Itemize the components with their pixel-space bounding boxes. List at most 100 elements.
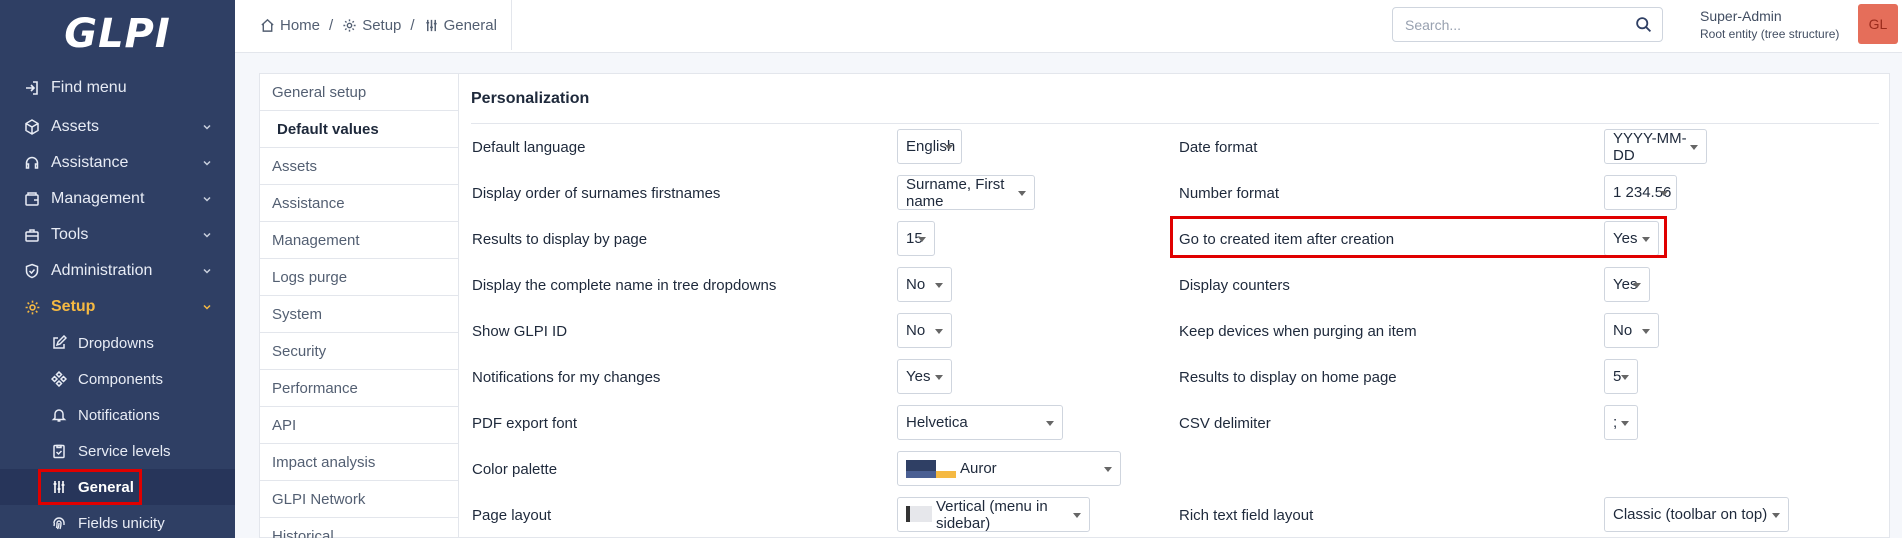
chevron-down-icon: [203, 268, 211, 274]
field-label-date-format: Date format: [1179, 139, 1258, 156]
tab-historical[interactable]: Historical: [260, 518, 459, 538]
sidebar-subitem-service-levels[interactable]: Service levels: [0, 433, 235, 469]
chevron-down-icon: [203, 196, 211, 202]
caret-down-icon: [1642, 329, 1650, 334]
sidebar-item-find-menu[interactable]: Find menu: [0, 70, 235, 106]
tab-security[interactable]: Security: [260, 333, 459, 370]
tab-logs-purge[interactable]: Logs purge: [260, 259, 459, 296]
headset-icon: [22, 153, 42, 173]
select-pdf-font[interactable]: Helvetica: [897, 405, 1063, 440]
field-label-show-glpi-id: Show GLPI ID: [472, 323, 568, 340]
highlight-box-go-to-created-item: [1170, 216, 1667, 258]
search-input[interactable]: [1393, 8, 1613, 41]
select-date-format[interactable]: YYYY-MM-DD: [1604, 129, 1707, 164]
field-label-name-order: Display order of surnames firstnames: [472, 185, 721, 202]
select-page-layout[interactable]: Vertical (menu in sidebar): [897, 497, 1090, 532]
sidebar-item-setup[interactable]: Setup: [0, 289, 235, 325]
select-notifications-my-changes[interactable]: Yes: [897, 359, 952, 394]
sliders-icon: [425, 19, 437, 31]
field-label-complete-name-tree: Display the complete name in tree dropdo…: [472, 277, 777, 294]
field-label-default-language: Default language: [472, 139, 586, 156]
tab-default-values[interactable]: Default values: [260, 111, 459, 148]
user-name: Super-Admin: [1700, 8, 1782, 24]
wallet-icon: [22, 189, 42, 209]
user-menu[interactable]: Super-Admin Root entity (tree structure): [1700, 8, 1839, 41]
cube-icon: [22, 117, 42, 137]
select-value: No: [906, 276, 926, 293]
select-results-home-page[interactable]: 5: [1604, 359, 1638, 394]
glpi-logo[interactable]: GLPI: [0, 0, 235, 68]
select-keep-devices[interactable]: No: [1604, 313, 1659, 348]
select-color-palette[interactable]: Auror: [897, 451, 1121, 486]
chevron-down-icon: [203, 124, 211, 130]
select-value: Auror: [960, 460, 997, 477]
briefcase-icon: [22, 225, 42, 245]
chevron-down-icon: [203, 160, 211, 166]
components-icon: [50, 370, 68, 388]
sidebar-subitem-components[interactable]: Components: [0, 361, 235, 397]
layout-preview-icon: [906, 505, 932, 524]
select-complete-name-tree[interactable]: No: [897, 267, 952, 302]
sidebar-subitem-label: Service levels: [78, 442, 171, 460]
tab-impact-analysis[interactable]: Impact analysis: [260, 444, 459, 481]
select-value: No: [906, 322, 926, 339]
field-label-rich-text-layout: Rich text field layout: [1179, 507, 1314, 524]
select-display-counters[interactable]: Yes: [1604, 267, 1650, 302]
sidebar-item-label: Setup: [51, 298, 96, 315]
tab-assistance[interactable]: Assistance: [260, 185, 459, 222]
select-number-format[interactable]: 1 234.56: [1604, 175, 1677, 210]
caret-down-icon: [935, 375, 943, 380]
sidebar-item-administration[interactable]: Administration: [0, 253, 235, 289]
caret-down-icon: [935, 283, 943, 288]
field-label-results-home-page: Results to display on home page: [1179, 369, 1397, 386]
select-rich-text-layout[interactable]: Classic (toolbar on top): [1604, 497, 1789, 532]
sidebar-subitem-label: Dropdowns: [78, 334, 154, 352]
select-csv-delimiter[interactable]: ;: [1604, 405, 1638, 440]
tab-api[interactable]: API: [260, 407, 459, 444]
search-icon[interactable]: [1635, 16, 1652, 33]
caret-down-icon: [945, 145, 953, 150]
field-label-keep-devices: Keep devices when purging an item: [1179, 323, 1417, 340]
sidebar-item-label: Assistance: [51, 154, 129, 171]
sidebar-item-assistance[interactable]: Assistance: [0, 145, 235, 181]
select-default-language[interactable]: English: [897, 129, 962, 164]
breadcrumb-label: Home: [280, 16, 321, 34]
tab-general-setup[interactable]: General setup: [260, 74, 459, 111]
tab-glpi-network[interactable]: GLPI Network: [260, 481, 459, 518]
field-label-page-layout: Page layout: [472, 507, 552, 524]
breadcrumb-general[interactable]: General: [424, 17, 497, 34]
sidebar-item-management[interactable]: Management: [0, 181, 235, 217]
breadcrumb: Home / Setup / General: [260, 0, 497, 50]
select-name-order[interactable]: Surname, First name: [897, 175, 1035, 210]
breadcrumb-setup[interactable]: Setup: [342, 17, 401, 34]
sidebar-item-assets[interactable]: Assets: [0, 109, 235, 145]
caret-down-icon: [1073, 513, 1081, 518]
sidebar-subitem-fields-unicity[interactable]: Fields unicity: [0, 505, 235, 538]
select-value: Surname, First name: [906, 175, 1005, 210]
select-value: Helvetica: [906, 414, 968, 431]
field-label-results-per-page: Results to display by page: [472, 231, 648, 248]
select-value: Vertical (menu in sidebar): [936, 497, 1048, 532]
shield-icon: [22, 261, 42, 281]
tab-assets[interactable]: Assets: [260, 148, 459, 185]
field-label-display-counters: Display counters: [1179, 277, 1290, 294]
caret-down-icon: [1690, 145, 1698, 150]
breadcrumb-label: General: [443, 16, 497, 34]
sidebar-item-tools[interactable]: Tools: [0, 217, 235, 253]
select-results-per-page[interactable]: 15: [897, 221, 935, 256]
gear-icon: [22, 297, 42, 317]
sidebar-subitem-dropdowns[interactable]: Dropdowns: [0, 325, 235, 361]
tab-system[interactable]: System: [260, 296, 459, 333]
caret-down-icon: [1046, 421, 1054, 426]
breadcrumb-home[interactable]: Home: [260, 17, 320, 34]
sidebar-item-label: Assets: [51, 118, 100, 135]
select-show-glpi-id[interactable]: No: [897, 313, 952, 348]
sidebar-subitem-notifications[interactable]: Notifications: [0, 397, 235, 433]
caret-down-icon: [935, 329, 943, 334]
sidebar-item-label: Management: [51, 190, 145, 207]
field-label-pdf-font: PDF export font: [472, 415, 578, 432]
avatar[interactable]: GL: [1858, 4, 1898, 44]
tab-performance[interactable]: Performance: [260, 370, 459, 407]
field-label-notifications-my-changes: Notifications for my changes: [472, 369, 661, 386]
tab-management[interactable]: Management: [260, 222, 459, 259]
